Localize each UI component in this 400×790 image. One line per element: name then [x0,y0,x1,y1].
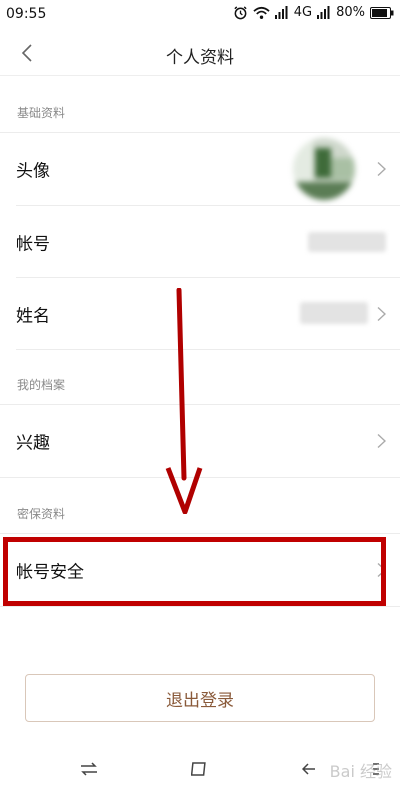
section-header-basic: 基础资料 [0,104,400,121]
alarm-icon [234,6,247,20]
back-nav-icon[interactable] [302,762,316,776]
down-arrow-annotation-icon [165,288,203,514]
nav-bar: 个人资料 [0,30,400,76]
row-label-avatar: 头像 [16,161,50,182]
chevron-right-icon [377,306,386,322]
avatar [293,138,355,200]
battery-percent: 80% [336,5,365,20]
account-value-blurred [308,232,386,252]
chevron-right-icon [377,161,386,177]
page-title: 个人资料 [166,48,234,68]
battery-icon [370,6,394,19]
wifi-icon [253,6,270,19]
highlight-box [3,537,386,606]
switch-apps-icon[interactable] [80,762,98,776]
watermark: Bai 经验 [329,762,392,781]
home-icon[interactable] [191,762,207,776]
row-label-name: 姓名 [16,306,50,327]
logout-button[interactable]: 退出登录 [25,674,375,722]
name-value-blurred [300,302,368,324]
divider [0,606,400,607]
row-label-interests: 兴趣 [16,433,50,454]
signal-icon-2 [317,6,330,19]
network-type: 4G [293,5,313,20]
row-account[interactable]: 帐号 [0,206,400,278]
status-bar: 09:55 4G 80% [0,0,400,30]
signal-icon [274,6,288,19]
row-avatar[interactable]: 头像 [0,133,400,205]
chevron-right-icon [377,433,386,449]
status-time: 09:55 [6,6,47,22]
status-icons: 4G 80% [233,5,394,20]
row-label-account: 帐号 [16,234,50,255]
